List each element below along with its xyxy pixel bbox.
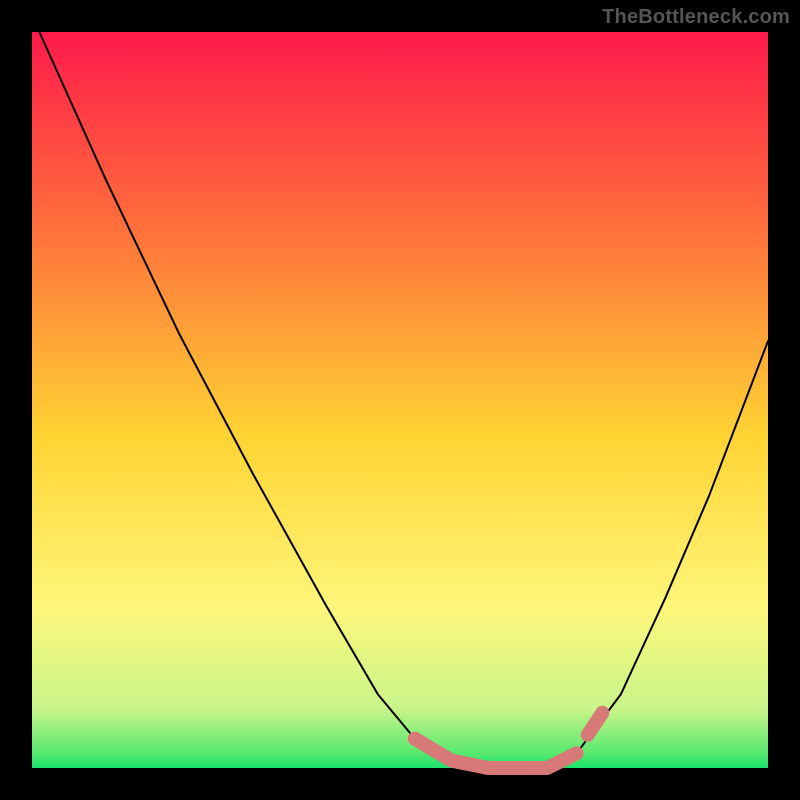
attribution-label: TheBottleneck.com [602,6,790,29]
plot-background [32,32,768,768]
chart-svg [0,0,800,800]
chart-stage: TheBottleneck.com [0,0,800,800]
